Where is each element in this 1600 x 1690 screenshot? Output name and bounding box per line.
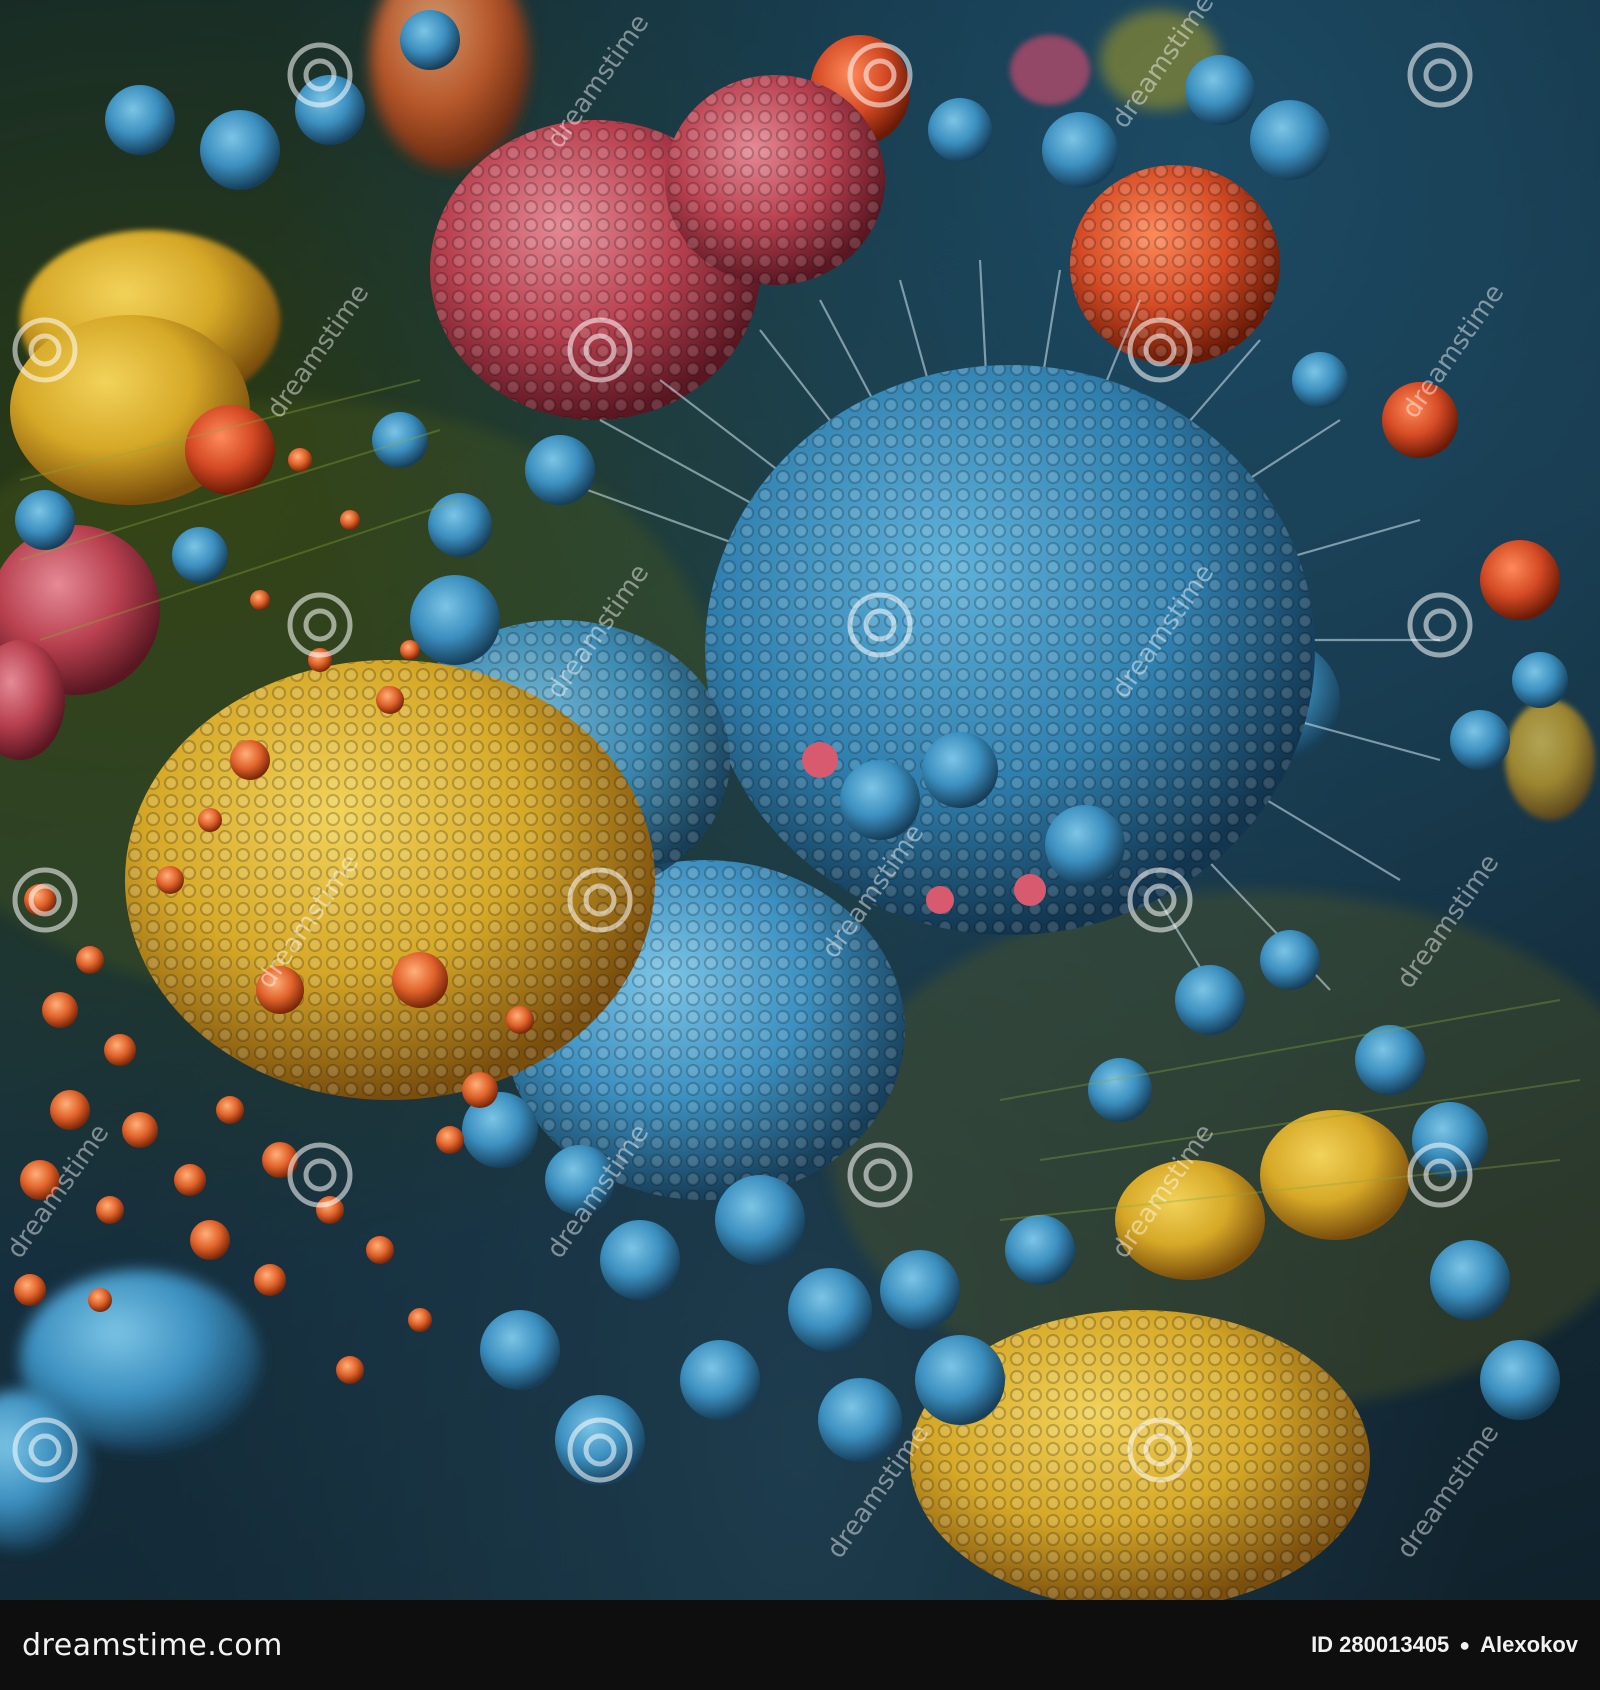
image-credit: ID 280013405 ● Alexokov [1311, 1632, 1578, 1658]
author-name[interactable]: Alexokov [1480, 1632, 1578, 1658]
watermark-text: dreamstime [1, 1119, 115, 1264]
dreamstime-brand[interactable]: dreamstime.com [22, 1628, 283, 1663]
separator-dot: ● [1459, 1634, 1471, 1655]
footer-bar: dreamstime.com ID 280013405 ● Alexokov [0, 1600, 1600, 1690]
cells-illustration: dreamstime dreamstime dreamstime dreamst… [0, 0, 1600, 1600]
stock-photo: dreamstime dreamstime dreamstime dreamst… [0, 0, 1600, 1600]
watermark-text: dreamstime [1391, 1419, 1505, 1564]
image-id: ID 280013405 [1311, 1632, 1450, 1657]
